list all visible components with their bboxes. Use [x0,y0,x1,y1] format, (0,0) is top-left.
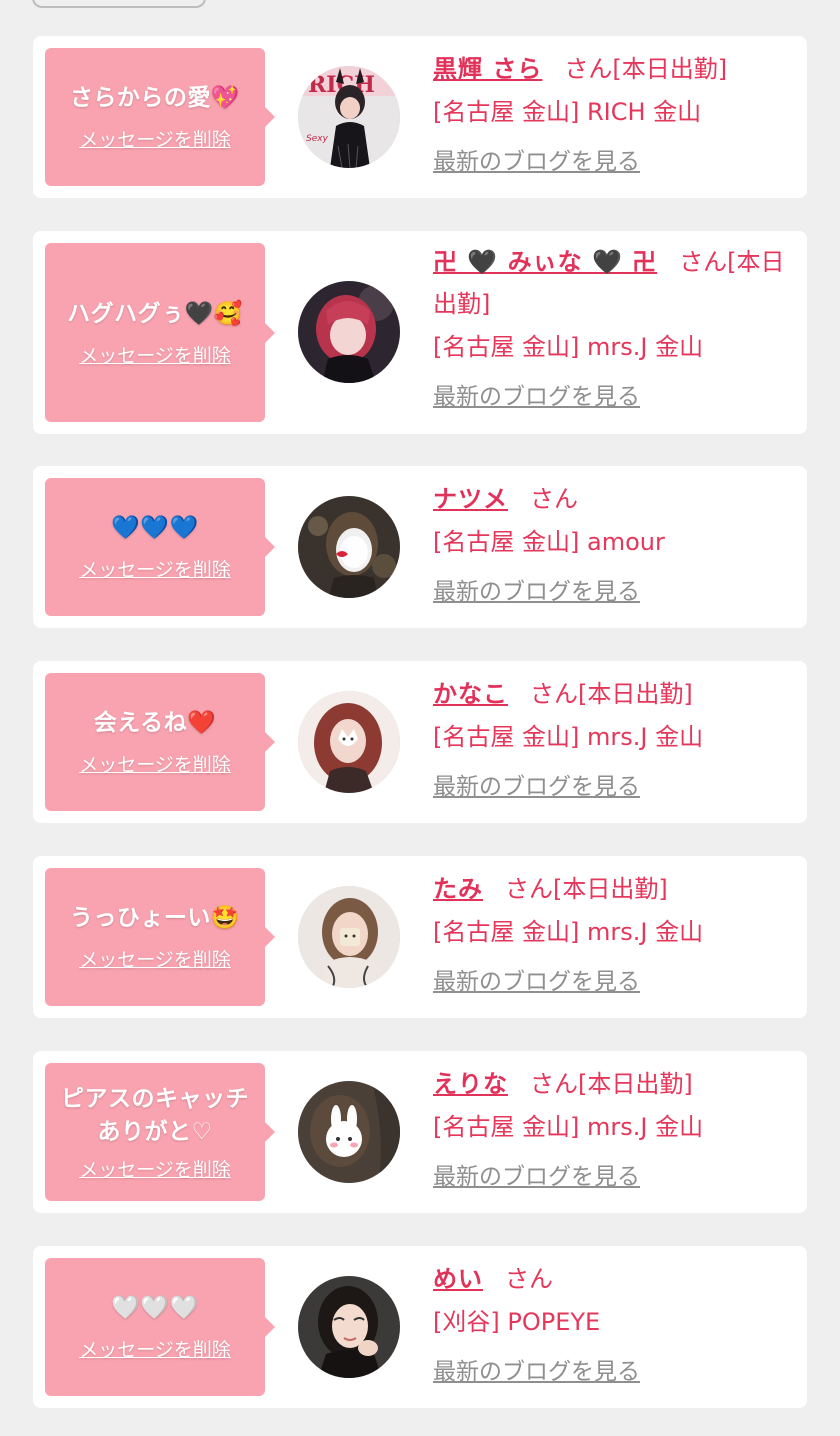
latest-blog-link[interactable]: 最新のブログを見る [433,1352,640,1386]
avatar[interactable]: RICH Sexy [298,66,400,168]
message-bubble: ハグハグぅ🖤🥰 メッセージを削除 [45,243,275,422]
message-text: 🤍🤍🤍 [111,1295,199,1321]
message-bubble: うっひょーい🤩 メッセージを削除 [45,868,275,1006]
message-text: 会えるね❤️ [93,710,217,736]
cast-status: さん[本日出勤] [530,1070,693,1098]
avatar[interactable] [298,496,400,598]
avatar[interactable] [298,691,400,793]
cast-name-link[interactable]: 黒輝 さら [433,55,542,83]
message-bubble: さらからの愛💖 メッセージを削除 [45,48,275,186]
latest-blog-link[interactable]: 最新のブログを見る [433,572,640,606]
message-card: ピアスのキャッチありがと♡ メッセージを削除 えりな さん[本日出勤] [名古屋 … [33,1051,807,1213]
cast-status: さん[本日出勤] [505,875,668,903]
message-text: ピアスのキャッチありがと♡ [61,1085,249,1145]
latest-blog-link[interactable]: 最新のブログを見る [433,142,640,176]
shop-info: [名古屋 金山] amour [433,528,665,556]
latest-blog-link[interactable]: 最新のブログを見る [433,1157,640,1191]
shop-info: [名古屋 金山] mrs.J 金山 [433,1113,704,1141]
previous-section-fragment [32,0,206,8]
avatar[interactable] [298,1081,400,1183]
svg-text:Sexy: Sexy [306,134,329,144]
message-card: さらからの愛💖 メッセージを削除 RICH Sexy 黒輝 さら さん[本日出勤]… [33,36,807,198]
delete-message-link[interactable]: メッセージを削除 [79,125,231,152]
shop-info: [名古屋 金山] RICH 金山 [433,98,702,126]
avatar[interactable] [298,281,400,383]
shop-info: [名古屋 金山] mrs.J 金山 [433,723,704,751]
message-text: うっひょーい🤩 [69,905,241,931]
delete-message-link[interactable]: メッセージを削除 [79,555,231,582]
cast-name-link[interactable]: めい [433,1265,483,1293]
latest-blog-link[interactable]: 最新のブログを見る [433,767,640,801]
shop-info: [名古屋 金山] mrs.J 金山 [433,333,704,361]
cast-status: さん[本日出勤] [530,680,693,708]
message-text: ハグハグぅ🖤🥰 [67,300,243,327]
message-card: 🤍🤍🤍 メッセージを削除 めい さん [刈谷] POPEYE 最新のブログを見る [33,1246,807,1408]
message-card: ハグハグぅ🖤🥰 メッセージを削除 卍 🖤 みぃな 🖤 卍さん[本日出勤] [名古… [33,231,807,434]
cast-status: さん[本日出勤] [564,55,728,83]
shop-info: [刈谷] POPEYE [433,1308,601,1336]
cast-name-link[interactable]: かなこ [433,680,508,708]
cast-status: さん [530,485,578,513]
cast-name-link[interactable]: たみ [433,875,483,903]
message-bubble: 💙💙💙 メッセージを削除 [45,478,275,616]
shop-info: [名古屋 金山] mrs.J 金山 [433,918,704,946]
cast-name-link[interactable]: 卍 🖤 みぃな 🖤 卍 [433,248,657,276]
message-card: 💙💙💙 メッセージを削除 ナツメ さん [名古屋 金山] amour 最新のブログ… [33,466,807,628]
avatar[interactable] [298,1276,400,1378]
latest-blog-link[interactable]: 最新のブログを見る [433,377,640,411]
delete-message-link[interactable]: メッセージを削除 [79,945,231,972]
latest-blog-link[interactable]: 最新のブログを見る [433,962,640,996]
delete-message-link[interactable]: メッセージを削除 [79,1335,231,1362]
message-bubble: ピアスのキャッチありがと♡ メッセージを削除 [45,1063,275,1201]
message-text: さらからの愛💖 [69,85,241,111]
delete-message-link[interactable]: メッセージを削除 [79,750,231,777]
message-text: 💙💙💙 [111,515,199,541]
message-bubble: 会えるね❤️ メッセージを削除 [45,673,275,811]
cast-status: さん [505,1265,553,1293]
message-card: うっひょーい🤩 メッセージを削除 たみ さん[本日出勤] [名古屋 金山] mrs… [33,856,807,1018]
cast-name-link[interactable]: ナツメ [433,485,508,513]
message-card: 会えるね❤️ メッセージを削除 かなこ さん[本日出勤] [名古屋 金山] mrs… [33,661,807,823]
message-bubble: 🤍🤍🤍 メッセージを削除 [45,1258,275,1396]
cast-name-link[interactable]: えりな [433,1070,508,1098]
delete-message-link[interactable]: メッセージを削除 [79,1155,231,1182]
delete-message-link[interactable]: メッセージを削除 [79,341,231,368]
avatar[interactable] [298,886,400,988]
